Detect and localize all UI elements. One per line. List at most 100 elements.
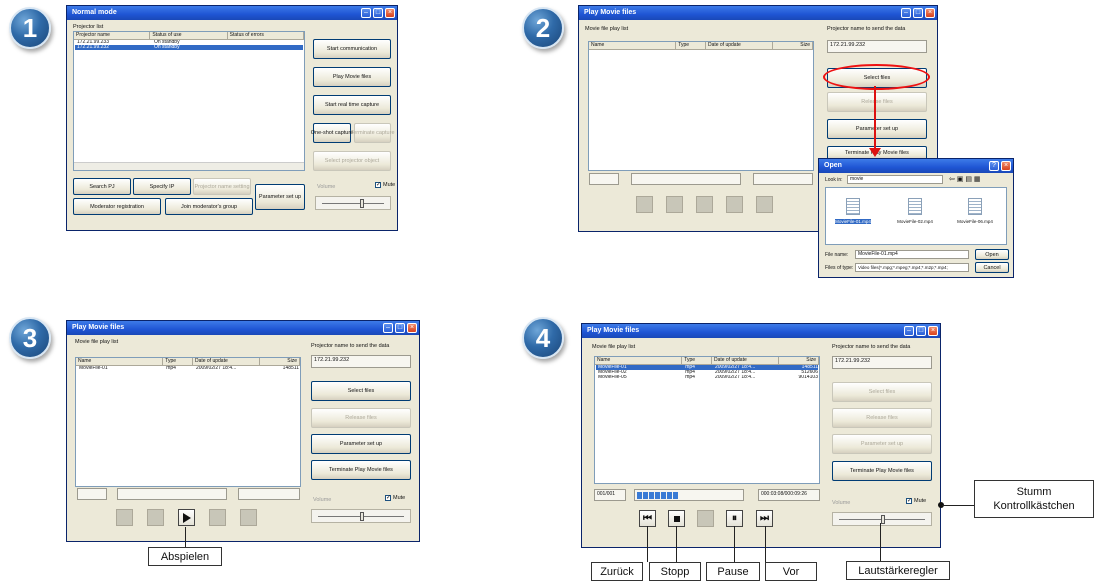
pause-button[interactable]: ⏸	[726, 510, 743, 527]
table-row[interactable]: MovieFile-05 mp4 2009/02/27 18:4... 9014…	[596, 375, 818, 380]
file-item[interactable]: MovieFile-02.mp4	[892, 198, 938, 224]
projector-list-label: Projector list	[73, 24, 104, 30]
terminate-button[interactable]: Terminate Play Movie files	[832, 461, 932, 481]
search-pj-button[interactable]: Search PJ	[73, 178, 131, 195]
terminate-capture-button[interactable]: Terminate capture	[350, 123, 395, 143]
stop-button[interactable]	[668, 510, 685, 527]
projector-table[interactable]: Projector name Status of use Status of e…	[73, 31, 305, 171]
next-button[interactable]	[240, 509, 257, 526]
col-size[interactable]: Size	[779, 357, 819, 364]
minimize-button[interactable]: –	[383, 323, 393, 333]
mute-checkbox[interactable]: ✓ Mute	[375, 182, 395, 188]
callout-play: Abspielen	[148, 547, 222, 566]
col-status-errors[interactable]: Status of errors	[228, 32, 304, 39]
minimize-button[interactable]: –	[361, 8, 371, 18]
cell: mp4	[685, 375, 695, 380]
volume-slider[interactable]	[315, 196, 391, 210]
title-bar: Play Movie files	[582, 324, 940, 338]
play-movie-files-window: Play Movie files – □ × Movie file play l…	[66, 320, 420, 542]
nav-toolbar-icons[interactable]: ⇦ ▣ ▤ ▦	[949, 175, 981, 183]
cell: 9014103	[798, 375, 818, 380]
join-moderators-group-button[interactable]: Join moderator's group	[165, 198, 253, 215]
one-shot-capture-button[interactable]: One-shot capture	[311, 123, 353, 143]
col-date[interactable]: Date of update	[193, 358, 261, 365]
select-files-button[interactable]: Select files	[311, 381, 411, 401]
file-item[interactable]: MovieFile-01.mp4	[830, 198, 876, 224]
files-type-select[interactable]: Video files(*.mpg;*.mpeg;*.mp4;*.m2p;*.m…	[855, 263, 969, 272]
release-files-button[interactable]: Release files	[827, 92, 927, 112]
folder-select[interactable]: movie	[847, 175, 943, 184]
stop-button[interactable]	[666, 196, 683, 213]
play-button[interactable]	[697, 510, 714, 527]
parameter-setup-button[interactable]: Parameter set up	[832, 434, 932, 454]
close-button[interactable]: ×	[407, 323, 417, 333]
table-header: Projector name Status of use Status of e…	[74, 32, 304, 40]
movie-file-table[interactable]: Name Type Date of update Size	[588, 41, 814, 171]
release-files-button[interactable]: Release files	[311, 408, 411, 428]
close-button[interactable]: ×	[928, 326, 938, 336]
maximize-button[interactable]: □	[913, 8, 923, 18]
select-projector-object-button[interactable]: Select projector object	[313, 151, 391, 171]
movie-file-table[interactable]: Name Type Date of update Size MovieFile-…	[75, 357, 301, 487]
col-name[interactable]: Name	[76, 358, 164, 365]
pause-button[interactable]	[726, 196, 743, 213]
stop-button[interactable]	[147, 509, 164, 526]
play-button[interactable]	[696, 196, 713, 213]
moderator-registration-button[interactable]: Moderator registration	[73, 198, 161, 215]
col-name[interactable]: Name	[589, 42, 677, 49]
release-files-button[interactable]: Release files	[832, 408, 932, 428]
next-button[interactable]	[756, 196, 773, 213]
volume-slider[interactable]	[311, 509, 411, 523]
col-date[interactable]: Date of update	[706, 42, 774, 49]
col-type[interactable]: Type	[676, 42, 706, 49]
help-button[interactable]: ?	[989, 161, 999, 171]
minimize-button[interactable]: –	[901, 8, 911, 18]
col-type[interactable]: Type	[163, 358, 193, 365]
col-size[interactable]: Size	[260, 358, 300, 365]
col-status-use[interactable]: Status of use	[150, 32, 228, 39]
volume-slider[interactable]	[832, 512, 932, 526]
file-item[interactable]: MovieFile-06.mp4	[952, 198, 998, 224]
callout-line	[765, 526, 766, 562]
volume-label: Volume	[317, 184, 336, 190]
select-files-button[interactable]: Select files	[832, 382, 932, 402]
terminate-button[interactable]: Terminate Play Movie files	[311, 460, 411, 480]
cancel-button[interactable]: Cancel	[975, 262, 1009, 273]
col-size[interactable]: Size	[773, 42, 813, 49]
start-communication-button[interactable]: Start communication	[313, 39, 391, 59]
col-date[interactable]: Date of update	[712, 357, 780, 364]
specify-ip-button[interactable]: Specify IP	[133, 178, 191, 195]
parameter-setup-button[interactable]: Parameter set up	[255, 184, 305, 210]
parameter-setup-button[interactable]: Parameter set up	[827, 119, 927, 139]
mute-checkbox[interactable]: ✓ Mute	[385, 495, 405, 501]
movie-file-table[interactable]: Name Type Date of update Size MovieFile-…	[594, 356, 820, 484]
projector-name-setting-button[interactable]: Projector name setting	[193, 178, 251, 195]
table-row[interactable]: MovieFile-01 mp4 2009/02/27 18:4... 1485…	[77, 366, 299, 371]
back-button[interactable]: ⏮	[639, 510, 656, 527]
close-button[interactable]: ×	[925, 8, 935, 18]
file-browser[interactable]: MovieFile-01.mp4 MovieFile-02.mp4 MovieF…	[825, 187, 1007, 245]
col-type[interactable]: Type	[682, 357, 712, 364]
col-projector-name[interactable]: Projector name	[74, 32, 151, 39]
next-button[interactable]: ⏭	[756, 510, 773, 527]
file-name-input[interactable]: MovieFile-01.mp4	[855, 250, 969, 259]
start-real-time-capture-button[interactable]: Start real time capture	[313, 95, 391, 115]
horizontal-scrollbar[interactable]	[74, 162, 304, 170]
maximize-button[interactable]: □	[916, 326, 926, 336]
maximize-button[interactable]: □	[395, 323, 405, 333]
table-row[interactable]: 172.21.99.232 On standby	[75, 45, 303, 50]
mute-checkbox[interactable]: ✓ Mute	[906, 498, 926, 504]
col-name[interactable]: Name	[595, 357, 683, 364]
maximize-button[interactable]: □	[373, 8, 383, 18]
play-movie-files-button[interactable]: Play Movie files	[313, 67, 391, 87]
title-bar: Play Movie files	[67, 321, 419, 335]
back-button[interactable]	[116, 509, 133, 526]
open-button[interactable]: Open	[975, 249, 1009, 260]
pause-button[interactable]	[209, 509, 226, 526]
back-button[interactable]	[636, 196, 653, 213]
close-button[interactable]: ×	[1001, 161, 1011, 171]
minimize-button[interactable]: –	[904, 326, 914, 336]
parameter-setup-button[interactable]: Parameter set up	[311, 434, 411, 454]
close-button[interactable]: ×	[385, 8, 395, 18]
play-button[interactable]	[178, 509, 195, 526]
